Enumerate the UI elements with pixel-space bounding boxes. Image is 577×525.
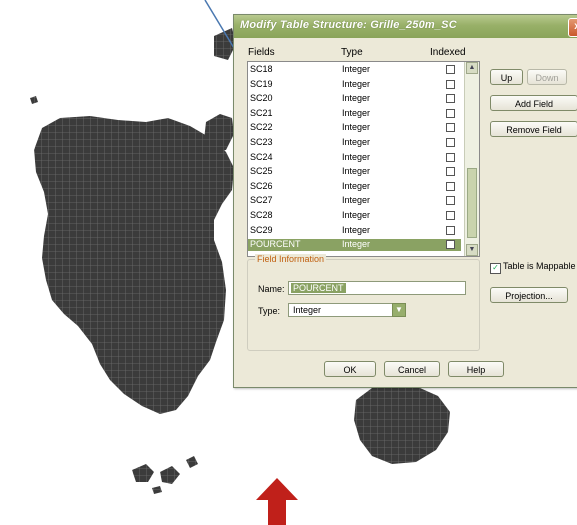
field-information-legend: Field Information — [255, 254, 327, 264]
field-type-cell: Integer — [342, 224, 371, 235]
field-name-cell: SC27 — [250, 195, 273, 206]
table-row[interactable]: SC28 Integer — [248, 210, 461, 222]
indexed-checkbox[interactable] — [446, 152, 455, 162]
main-island — [34, 116, 234, 414]
checkbox-checked-icon[interactable]: ✓ — [490, 263, 501, 274]
field-type-cell: Integer — [342, 180, 371, 191]
indexed-checkbox[interactable] — [446, 225, 455, 235]
field-name-cell: SC28 — [250, 210, 273, 220]
help-button[interactable]: Help — [448, 361, 504, 377]
indexed-checkbox[interactable] — [446, 108, 455, 118]
add-field-button[interactable]: Add Field — [490, 95, 577, 111]
scrollbar-thumb[interactable] — [467, 168, 477, 238]
table-row[interactable]: SC18 Integer — [248, 64, 461, 76]
field-name-cell: SC20 — [250, 93, 273, 104]
red-up-arrow — [256, 478, 298, 525]
north-islet — [204, 114, 234, 152]
field-name-cell: SC25 — [250, 166, 273, 177]
fields-column-header: Fields — [248, 47, 275, 58]
indexed-column-header: Indexed — [430, 47, 466, 58]
table-row[interactable]: SC23 Integer — [248, 137, 461, 149]
indexed-checkbox[interactable] — [446, 196, 455, 206]
ok-button[interactable]: OK — [324, 361, 376, 377]
field-type-cell: Integer — [342, 166, 371, 177]
type-label: Type: — [258, 306, 281, 316]
field-name-input[interactable]: POURCENT — [288, 281, 466, 295]
indexed-checkbox[interactable] — [446, 65, 455, 74]
projection-button[interactable]: Projection... — [490, 287, 568, 303]
modify-table-structure-dialog: Modify Table Structure: Grille_250m_SC x… — [233, 14, 577, 388]
down-button[interactable]: Down — [527, 69, 567, 85]
table-row[interactable]: SC24 Integer — [248, 152, 461, 164]
southeast-island — [354, 384, 450, 464]
field-type-value: Integer — [293, 305, 322, 315]
fields-table[interactable]: SC18 Integer SC19 Integer SC20 Integer SC21 Int… — [247, 61, 480, 257]
table-row[interactable]: SC20 Integer — [248, 93, 461, 105]
field-name-cell: SC18 — [250, 64, 273, 74]
indexed-checkbox[interactable] — [446, 167, 455, 177]
field-name-cell: SC23 — [250, 137, 273, 147]
close-button[interactable]: x — [568, 18, 577, 37]
up-button[interactable]: Up — [490, 69, 523, 85]
field-type-cell: Integer — [342, 210, 371, 220]
scroll-up-arrow-icon[interactable]: ▲ — [466, 62, 478, 74]
table-row[interactable]: SC26 Integer — [248, 181, 461, 193]
field-name-cell: SC26 — [250, 180, 273, 191]
field-name-cell: SC22 — [250, 122, 273, 133]
field-name-cell: SC24 — [250, 151, 273, 162]
field-information-group: Field Information Name: POURCENT Type: I… — [247, 254, 480, 351]
field-name-cell: SC21 — [250, 107, 273, 118]
field-type-cell: Integer — [342, 122, 371, 133]
indexed-checkbox[interactable] — [446, 181, 455, 191]
remove-field-button[interactable]: Remove Field — [490, 121, 577, 137]
name-label: Name: — [258, 284, 285, 294]
indexed-checkbox[interactable] — [446, 94, 455, 104]
table-mappable-label: Table is Mappable — [503, 261, 576, 271]
table-row[interactable]: SC25 Integer — [248, 166, 461, 178]
indexed-checkbox[interactable] — [446, 240, 455, 250]
field-type-cell: Integer — [342, 137, 371, 147]
field-type-cell: Integer — [342, 195, 371, 206]
field-name-cell: POURCENT — [250, 239, 301, 250]
dialog-titlebar[interactable]: Modify Table Structure: Grille_250m_SC x — [234, 15, 577, 38]
indexed-checkbox[interactable] — [446, 138, 455, 147]
type-column-header: Type — [341, 47, 363, 58]
indexed-checkbox[interactable] — [446, 123, 455, 133]
cancel-button[interactable]: Cancel — [384, 361, 440, 377]
field-name-cell: SC29 — [250, 224, 273, 235]
table-row[interactable]: SC22 Integer — [248, 122, 461, 134]
table-row[interactable]: SC19 Integer — [248, 79, 461, 91]
field-type-select[interactable]: Integer ▼ — [288, 303, 406, 317]
table-mappable-checkbox[interactable]: ✓ Table is Mappable — [490, 261, 576, 274]
field-type-cell: Integer — [342, 64, 371, 74]
indexed-checkbox[interactable] — [446, 79, 455, 89]
field-type-cell: Integer — [342, 78, 371, 89]
chevron-down-icon[interactable]: ▼ — [392, 303, 406, 317]
field-type-cell: Integer — [342, 107, 371, 118]
table-row[interactable]: POURCENT Integer — [248, 239, 461, 252]
table-row[interactable]: SC29 Integer — [248, 225, 461, 237]
field-type-cell: Integer — [342, 239, 371, 250]
indexed-checkbox[interactable] — [446, 211, 455, 220]
field-type-cell: Integer — [342, 93, 371, 104]
dialog-title: Modify Table Structure: Grille_250m_SC — [240, 19, 457, 31]
scroll-down-arrow-icon[interactable]: ▼ — [466, 244, 478, 256]
table-row[interactable]: SC21 Integer — [248, 108, 461, 120]
field-name-value: POURCENT — [291, 283, 346, 293]
field-name-cell: SC19 — [250, 78, 273, 89]
vertical-scrollbar[interactable]: ▲ ▼ — [464, 62, 479, 256]
field-type-cell: Integer — [342, 151, 371, 162]
table-row[interactable]: SC27 Integer — [248, 195, 461, 207]
